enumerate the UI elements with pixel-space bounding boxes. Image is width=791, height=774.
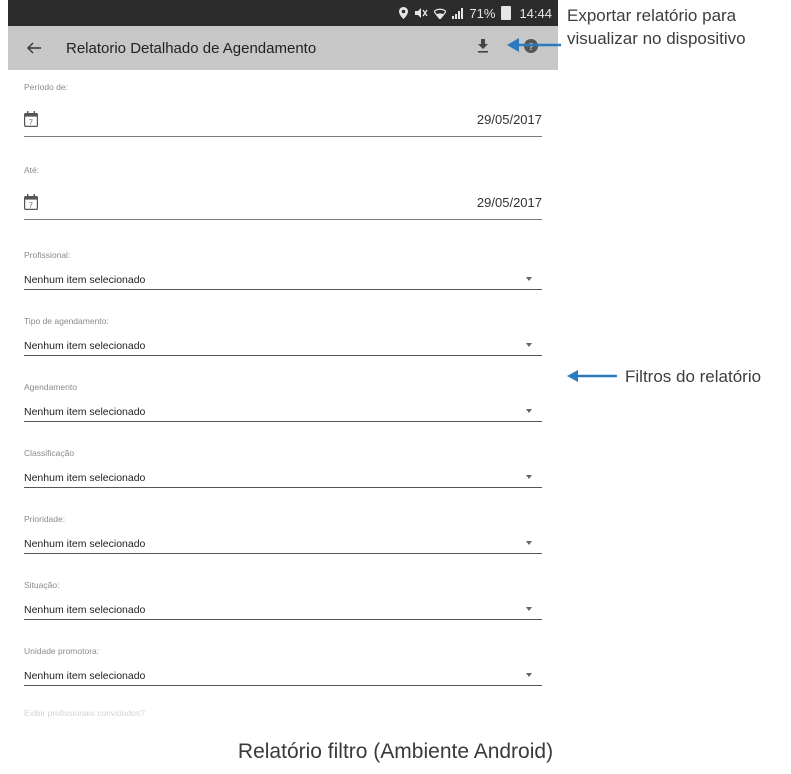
page-title: Relatorio Detalhado de Agendamento (66, 39, 317, 57)
date-field-to: Até: 7 29/05/2017 (24, 137, 542, 220)
app-bar: Relatorio Detalhado de Agendamento ? (8, 26, 558, 70)
field-label: Prioridade: (24, 514, 66, 524)
status-icons: 71% 14:44 (399, 6, 552, 21)
field-label: Unidade promotora: (24, 646, 100, 656)
location-icon (399, 7, 409, 19)
android-screen: 71% 14:44 Relatorio Detalhado de Agendam… (8, 0, 558, 744)
calendar-icon[interactable]: 7 (24, 194, 39, 211)
mute-icon (414, 7, 428, 19)
export-annotation-line2: visualizar no dispositivo (567, 29, 746, 48)
select-field-situacao: Situação: Nenhum item selecionado (24, 554, 542, 620)
dropdown-tipo-agendamento[interactable]: Nenhum item selecionado (24, 334, 542, 356)
field-label: Profissional: (24, 250, 71, 260)
back-button[interactable] (22, 36, 46, 60)
dropdown-value: Nenhum item selecionado (24, 604, 146, 616)
dropdown-value: Nenhum item selecionado (24, 670, 146, 682)
field-label: Tipo de agendamento: (24, 316, 109, 326)
export-annotation-arrow (507, 38, 561, 52)
field-label: Até: (24, 165, 40, 175)
dropdown-value: Nenhum item selecionado (24, 538, 146, 550)
dropdown-profissional[interactable]: Nenhum item selecionado (24, 268, 542, 290)
field-label: Situação: (24, 580, 60, 590)
wifi-icon (434, 8, 447, 19)
filters-annotation-arrow (567, 370, 617, 382)
svg-text:7: 7 (29, 203, 33, 210)
battery-icon (501, 6, 512, 20)
dropdown-agendamento[interactable]: Nenhum item selecionado (24, 400, 542, 422)
filter-form: Período de: 7 29/05/2017 Até: 7 29/05/20… (8, 70, 558, 718)
figure-caption: Relatório filtro (Ambiente Android) (237, 740, 554, 763)
date-input-to[interactable]: 7 29/05/2017 (24, 185, 542, 220)
select-field-profissional: Profissional: Nenhum item selecionado (24, 220, 542, 290)
export-annotation: Exportar relatório para visualizar no di… (567, 4, 746, 50)
field-label: Classificação (24, 448, 75, 458)
download-icon (477, 38, 489, 58)
dropdown-situacao[interactable]: Nenhum item selecionado (24, 598, 542, 620)
battery-level: 71% (469, 5, 496, 21)
clock: 14:44 (519, 5, 552, 21)
date-input-from[interactable]: 7 29/05/2017 (24, 102, 542, 137)
export-annotation-line1: Exportar relatório para (567, 6, 737, 25)
date-value: 29/05/2017 (476, 194, 542, 210)
select-field-tipo: Tipo de agendamento: Nenhum item selecio… (24, 290, 542, 356)
caret-down-icon (526, 673, 532, 677)
caret-down-icon (526, 607, 532, 611)
select-field-agendamento: Agendamento Nenhum item selecionado (24, 356, 542, 422)
date-value: 29/05/2017 (476, 111, 542, 127)
filters-annotation: Filtros do relatório (625, 367, 762, 386)
dropdown-classificacao[interactable]: Nenhum item selecionado (24, 466, 542, 488)
caret-down-icon (526, 541, 532, 545)
select-field-prioridade: Prioridade: Nenhum item selecionado (24, 488, 542, 554)
select-field-classificacao: Classificação Nenhum item selecionado (24, 422, 542, 488)
dropdown-value: Nenhum item selecionado (24, 472, 146, 484)
calendar-icon[interactable]: 7 (24, 111, 39, 128)
svg-text:7: 7 (29, 120, 33, 127)
caret-down-icon (526, 277, 532, 281)
export-button[interactable] (470, 35, 496, 61)
dropdown-unidade-promotora[interactable]: Nenhum item selecionado (24, 664, 542, 686)
status-bar: 71% 14:44 (8, 0, 558, 26)
dropdown-value: Nenhum item selecionado (24, 340, 146, 352)
caret-down-icon (526, 475, 532, 479)
dropdown-value: Nenhum item selecionado (24, 406, 146, 418)
date-field-from: Período de: 7 29/05/2017 (24, 70, 542, 137)
dropdown-prioridade[interactable]: Nenhum item selecionado (24, 532, 542, 554)
caret-down-icon (526, 409, 532, 413)
field-label: Agendamento (24, 382, 77, 392)
field-label: Período de: (24, 82, 68, 92)
arrow-left-icon (27, 37, 41, 60)
field-label-partial: Exibir profissionais convidados? (24, 708, 145, 718)
signal-icon (452, 7, 464, 19)
caret-down-icon (526, 343, 532, 347)
dropdown-value: Nenhum item selecionado (24, 274, 146, 286)
select-field-unidade: Unidade promotora: Nenhum item seleciona… (24, 620, 542, 686)
